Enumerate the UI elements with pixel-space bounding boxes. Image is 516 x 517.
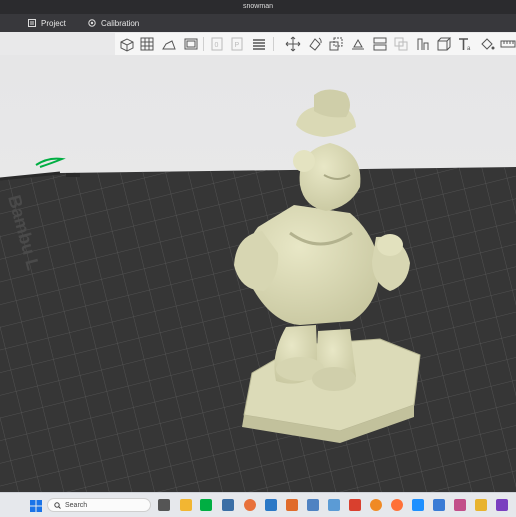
app-icon[interactable] (496, 499, 508, 511)
toolbar-separator (203, 37, 204, 51)
bambu-studio-icon[interactable] (200, 499, 212, 511)
plate-icon: 0 (211, 37, 223, 51)
scale-icon (329, 37, 343, 51)
layers-button[interactable] (251, 36, 267, 52)
tab-calibration-label: Calibration (101, 18, 140, 28)
file-explorer-icon[interactable] (180, 499, 192, 511)
title-bar: snowman (0, 0, 516, 14)
lay-on-face-icon (352, 38, 364, 50)
svg-text:P: P (235, 42, 240, 49)
app-icon[interactable] (454, 499, 466, 511)
search-icon (54, 501, 61, 509)
split-plate-icon: P (231, 37, 243, 51)
store-icon[interactable] (286, 499, 298, 511)
blender-icon[interactable] (370, 499, 382, 511)
lay-on-face-button[interactable] (350, 36, 366, 52)
start-button[interactable] (30, 499, 42, 512)
support-paint-button[interactable] (415, 36, 431, 52)
app-icon[interactable] (475, 499, 487, 511)
calibration-icon (88, 19, 96, 27)
tab-project-label: Project (41, 18, 66, 28)
tab-bar: Project Calibration (0, 14, 516, 32)
layers-icon (253, 39, 265, 50)
tab-project[interactable]: Project (28, 14, 66, 32)
browser-icon[interactable] (244, 499, 256, 511)
3d-viewport[interactable]: Bambu L (0, 55, 516, 492)
tab-calibration[interactable]: Calibration (88, 14, 139, 32)
text-icon: a (459, 38, 471, 52)
main-toolbar: 0 P a (115, 33, 516, 56)
mesh-boolean-icon (394, 37, 408, 51)
add-plate-icon (140, 37, 154, 51)
cube-view-button[interactable] (436, 36, 452, 52)
move-button[interactable] (285, 36, 301, 52)
vscode-icon[interactable] (412, 499, 424, 511)
arrange-button[interactable] (183, 36, 199, 52)
add-plate-button[interactable] (139, 36, 155, 52)
project-icon (28, 19, 36, 27)
add-object-button[interactable] (119, 36, 135, 52)
scale-button[interactable] (328, 36, 344, 52)
rotate-button[interactable] (307, 36, 323, 52)
taskbar-search[interactable]: Search (47, 498, 151, 512)
measure-button[interactable] (500, 36, 516, 52)
cura-icon[interactable] (433, 499, 445, 511)
build-plate[interactable] (0, 167, 516, 492)
auto-orient-button[interactable] (161, 36, 177, 52)
arrange-icon (184, 38, 198, 50)
mail-icon[interactable] (265, 499, 277, 511)
toolbar-separator (273, 37, 274, 51)
search-placeholder: Search (65, 501, 88, 509)
settings-icon[interactable] (307, 499, 319, 511)
start-icon (30, 500, 42, 512)
measure-icon (500, 40, 516, 48)
add-object-icon (120, 38, 134, 52)
support-paint-icon (417, 38, 429, 50)
text-button[interactable]: a (457, 36, 473, 52)
svg-text:0: 0 (215, 42, 219, 49)
color-paint-icon (481, 38, 495, 50)
window-title: snowman (243, 3, 273, 10)
terminal-icon[interactable] (222, 499, 234, 511)
split-plate-button[interactable]: P (229, 36, 245, 52)
move-icon (285, 36, 301, 52)
task-view-icon[interactable] (158, 499, 170, 511)
color-paint-button[interactable] (479, 36, 495, 52)
cut-button[interactable] (372, 36, 388, 52)
windows-taskbar: Search (0, 492, 516, 517)
firefox-icon[interactable] (391, 499, 403, 511)
photos-icon[interactable] (328, 499, 340, 511)
svg-text:a: a (467, 46, 471, 52)
cut-icon (373, 37, 387, 51)
rotate-icon (309, 37, 322, 51)
auto-orient-icon (162, 40, 176, 50)
cube-view-icon (437, 37, 452, 51)
mesh-boolean-button[interactable] (393, 36, 409, 52)
office-icon[interactable] (349, 499, 361, 511)
plate-button[interactable]: 0 (209, 36, 225, 52)
